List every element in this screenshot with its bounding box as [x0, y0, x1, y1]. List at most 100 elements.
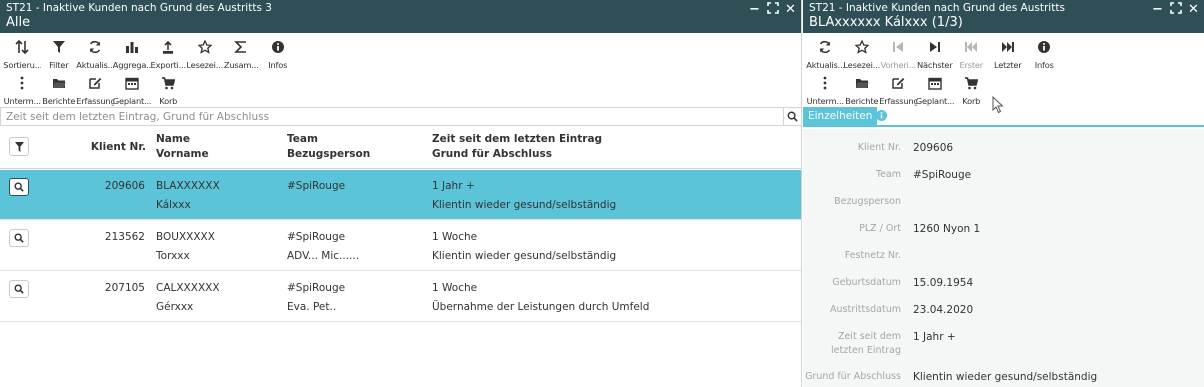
- toolbar-button-label: Unterm...: [806, 96, 844, 106]
- detail-toolbar-primary: Aktualis... Lesezei... Vorheri... Nächster E…: [803, 36, 1204, 72]
- table-row[interactable]: 207105 CALXXXXXX Gérxxx #SpiRouge Eva. Pet..…: [0, 272, 801, 322]
- toolbar-button-label: Vorheri...: [880, 60, 917, 70]
- next-icon: [929, 42, 940, 52]
- open-record-button[interactable]: [9, 229, 29, 247]
- detail-field-label: Austrittsdatum: [830, 304, 901, 315]
- toolbar-button-export[interactable]: Exporti...: [150, 36, 187, 72]
- column-filter-button[interactable]: [9, 137, 29, 156]
- detail-window-title: ST21 - Inaktive Kunden nach Grund des Au…: [809, 2, 1065, 14]
- cell-name: CALXXXXXX: [156, 282, 220, 294]
- toolbar-button-star[interactable]: Lesezei...: [186, 36, 223, 72]
- toolbar-button-cart[interactable]: Korb: [150, 72, 187, 108]
- toolbar-button-star[interactable]: Lesezei...: [843, 36, 881, 72]
- toolbar-button-label: Erfassung: [879, 96, 918, 106]
- close-icon[interactable]: ✕: [1187, 3, 1200, 16]
- detail-field-value: 209606: [913, 142, 954, 154]
- minimize-icon[interactable]: −: [1151, 3, 1164, 16]
- table-header: Klient Nr. Name Vorname Team Bezugsperso…: [0, 127, 801, 169]
- toolbar-button-first[interactable]: Erster: [953, 36, 990, 72]
- col-bezugsperson[interactable]: Bezugsperson: [287, 147, 370, 162]
- table-row[interactable]: 209606 BLAXXXXXX Kálxxx #SpiRouge 1 Jahr + Kl…: [0, 170, 801, 220]
- toolbar-button-info[interactable]: Infos: [1026, 36, 1063, 72]
- search-icon: [787, 111, 798, 122]
- toolbar-button-previous[interactable]: Vorheri...: [880, 36, 917, 72]
- toolbar-button-next[interactable]: Nächster: [917, 36, 954, 72]
- toolbar-button-label: Infos: [1034, 60, 1054, 70]
- toolbar-button-edit[interactable]: Erfassung: [76, 72, 114, 108]
- toolbar-button-refresh[interactable]: Aktualis...: [76, 36, 115, 72]
- toolbar-button-sigma[interactable]: Zusam...: [223, 36, 260, 72]
- col-name[interactable]: Name: [156, 132, 190, 147]
- folder-icon: [52, 79, 66, 88]
- toolbar-button-more-vertical[interactable]: Unterm...: [4, 72, 41, 108]
- toolbar-button-label: Geplant...: [112, 96, 151, 106]
- toolbar-button-sort[interactable]: Sortieru...: [3, 36, 42, 72]
- search-button[interactable]: [783, 108, 801, 125]
- search-input[interactable]: Zeit seit dem letzten Eintrag, Grund für…: [1, 111, 783, 123]
- toolbar-button-label: Korb: [962, 96, 981, 106]
- toolbar-button-info[interactable]: Infos: [260, 36, 297, 72]
- list-pane: ST21 - Inaktive Kunden nach Grund des Au…: [0, 0, 802, 387]
- cart-icon: [162, 77, 176, 90]
- open-record-button[interactable]: [9, 178, 29, 196]
- toolbar-button-label: Aktualis...: [806, 60, 845, 70]
- close-icon[interactable]: ✕: [784, 3, 797, 16]
- col-team[interactable]: Team: [287, 132, 318, 147]
- detail-field-value: 1260 Nyon 1: [913, 223, 981, 235]
- previous-icon: [893, 42, 904, 52]
- col-klient-nr[interactable]: Klient Nr.: [91, 140, 146, 155]
- col-vorname[interactable]: Vorname: [156, 147, 209, 162]
- info-tab[interactable]: [876, 110, 887, 124]
- maximize-icon[interactable]: [1169, 2, 1182, 17]
- toolbar-button-folder[interactable]: Berichte: [41, 72, 78, 108]
- detail-window-subtitle: BLAxxxxxx Kálxxx (1/3): [809, 15, 963, 30]
- toolbar-button-label: Sortieru...: [3, 60, 42, 70]
- minimize-icon[interactable]: −: [748, 3, 761, 16]
- toolbar-button-refresh[interactable]: Aktualis...: [806, 36, 845, 72]
- toolbar-button-filter[interactable]: Filter: [41, 36, 78, 72]
- toolbar-button-bar-chart[interactable]: Aggrega...: [113, 36, 151, 72]
- toolbar-button-label: Filter: [49, 60, 69, 70]
- detail-field-label: Festnetz Nr.: [844, 250, 901, 261]
- toolbar-button-folder[interactable]: Berichte: [844, 72, 881, 108]
- refresh-icon: [89, 40, 101, 54]
- toolbar-button-label: Berichte: [42, 96, 76, 106]
- maximize-icon[interactable]: [766, 2, 779, 17]
- toolbar-button-edit[interactable]: Erfassung: [879, 72, 918, 108]
- detail-field-label: Grund für Abschluss: [805, 371, 901, 382]
- toolbar-button-calendar[interactable]: Geplant...: [916, 72, 954, 108]
- cell-team: #SpiRouge: [287, 231, 346, 243]
- edit-icon: [892, 78, 905, 89]
- toolbar-button-label: Lesezei...: [843, 60, 881, 70]
- search-icon: [14, 284, 24, 294]
- info-icon: [271, 41, 284, 53]
- star-icon: [854, 40, 869, 54]
- detail-field-value: 1 Jahr +: [913, 331, 956, 343]
- detail-field-value: 23.04.2020: [913, 304, 974, 316]
- detail-pane: ST21 - Inaktive Kunden nach Grund des Au…: [803, 0, 1204, 387]
- detail-field-label: Bezugsperson: [834, 196, 901, 207]
- toolbar-button-cart[interactable]: Korb: [953, 72, 990, 108]
- toolbar-button-label: Erster: [959, 60, 984, 70]
- info-icon: [876, 110, 887, 121]
- toolbar-button-calendar[interactable]: Geplant...: [112, 72, 151, 108]
- detail-field-label: Team: [875, 169, 901, 180]
- cart-icon: [965, 77, 979, 90]
- cell-team: #SpiRouge: [287, 282, 346, 294]
- toolbar-button-label: Zusam...: [223, 60, 259, 70]
- cell-klient-nr: 207105: [104, 282, 145, 294]
- cell-grund: Klientin wieder gesund/selbständig: [432, 199, 617, 211]
- search-icon: [14, 233, 24, 243]
- toolbar-button-label: Aktualis...: [76, 60, 115, 70]
- toolbar-button-more-vertical[interactable]: Unterm...: [807, 72, 844, 108]
- table-row[interactable]: 213562 BOUXXXXX Torxxx #SpiRouge ADV... Mic.…: [0, 221, 801, 271]
- col-zeit[interactable]: Zeit seit dem letzten Eintrag: [432, 132, 602, 147]
- list-titlebar: ST21 - Inaktive Kunden nach Grund des Au…: [0, 0, 801, 33]
- list-window-subtitle: Alle: [6, 15, 31, 30]
- toolbar-button-last[interactable]: Letzter: [990, 36, 1027, 72]
- col-grund[interactable]: Grund für Abschluss: [432, 147, 552, 162]
- mouse-cursor-icon: [992, 96, 1004, 114]
- open-record-button[interactable]: [9, 280, 29, 298]
- cell-name: BOUXXXXX: [156, 231, 215, 243]
- tab-einzelheiten[interactable]: Einzelheiten: [803, 107, 878, 127]
